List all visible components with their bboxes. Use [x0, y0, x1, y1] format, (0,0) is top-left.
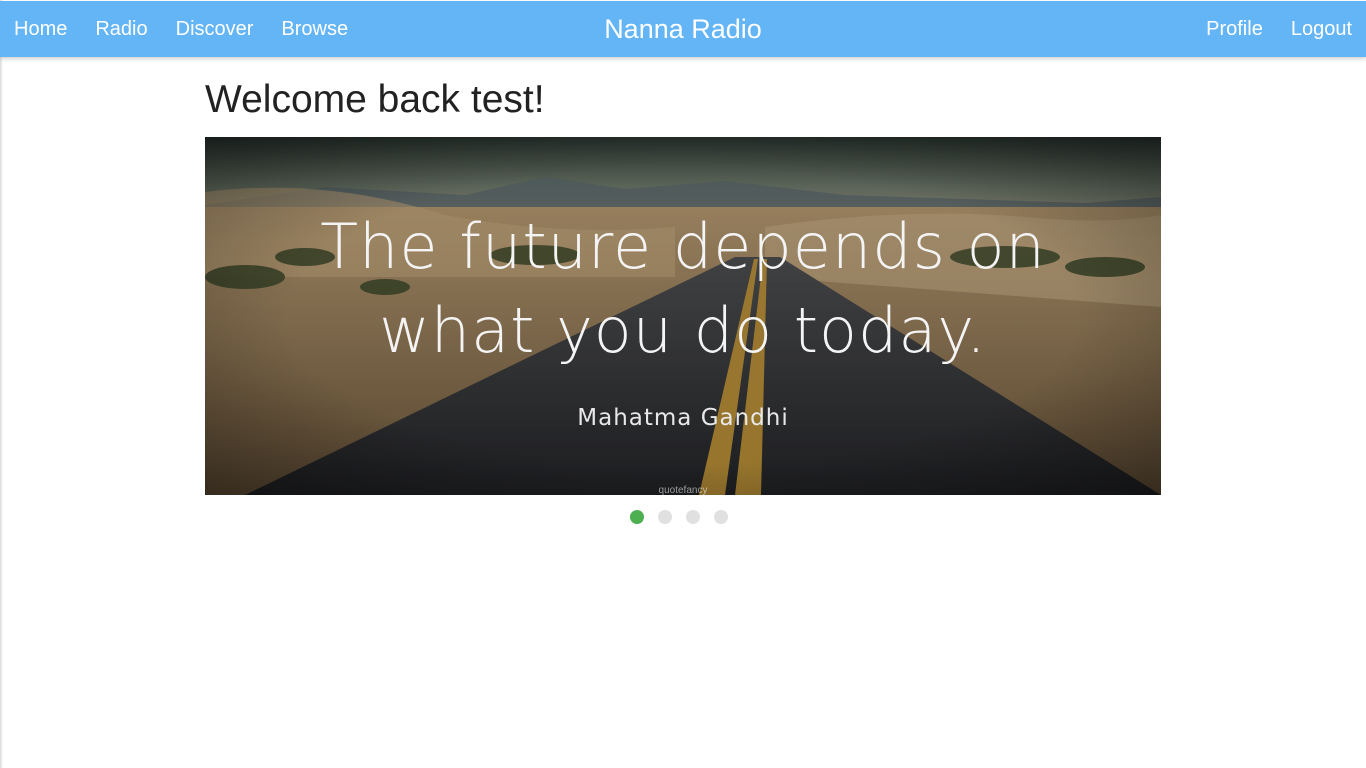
carousel-indicator-1[interactable]	[630, 510, 644, 524]
quote-carousel[interactable]: The future depends on what you do today.…	[205, 137, 1161, 495]
nav-right-group: Profile Logout	[1192, 1, 1366, 57]
quote-author: Mahatma Gandhi	[577, 405, 789, 431]
nav-browse-link[interactable]: Browse	[267, 1, 362, 57]
welcome-heading: Welcome back test!	[205, 78, 545, 121]
watermark-text: quotefancy	[658, 485, 708, 495]
carousel-indicators	[205, 510, 1161, 524]
nav-discover-link[interactable]: Discover	[162, 1, 268, 57]
quote-line-1: The future depends on	[320, 210, 1046, 283]
page-edge-shadow	[0, 0, 3, 768]
quote-line-2: what you do today.	[379, 294, 987, 367]
nav-left-group: Home Radio Discover Browse	[0, 1, 362, 57]
carousel-indicator-3[interactable]	[686, 510, 700, 524]
nav-logout-link[interactable]: Logout	[1277, 1, 1366, 57]
top-navbar: Home Radio Discover Browse Nanna Radio P…	[0, 1, 1366, 57]
quote-text: The future depends on what you do today.	[205, 205, 1161, 373]
nav-home-link[interactable]: Home	[0, 1, 81, 57]
nav-profile-link[interactable]: Profile	[1192, 1, 1277, 57]
brand-title[interactable]: Nanna Radio	[604, 14, 762, 44]
nav-radio-link[interactable]: Radio	[81, 1, 161, 57]
carousel-indicator-2[interactable]	[658, 510, 672, 524]
main-content: Welcome back test! The future depends on…	[205, 58, 1161, 524]
carousel-indicator-4[interactable]	[714, 510, 728, 524]
